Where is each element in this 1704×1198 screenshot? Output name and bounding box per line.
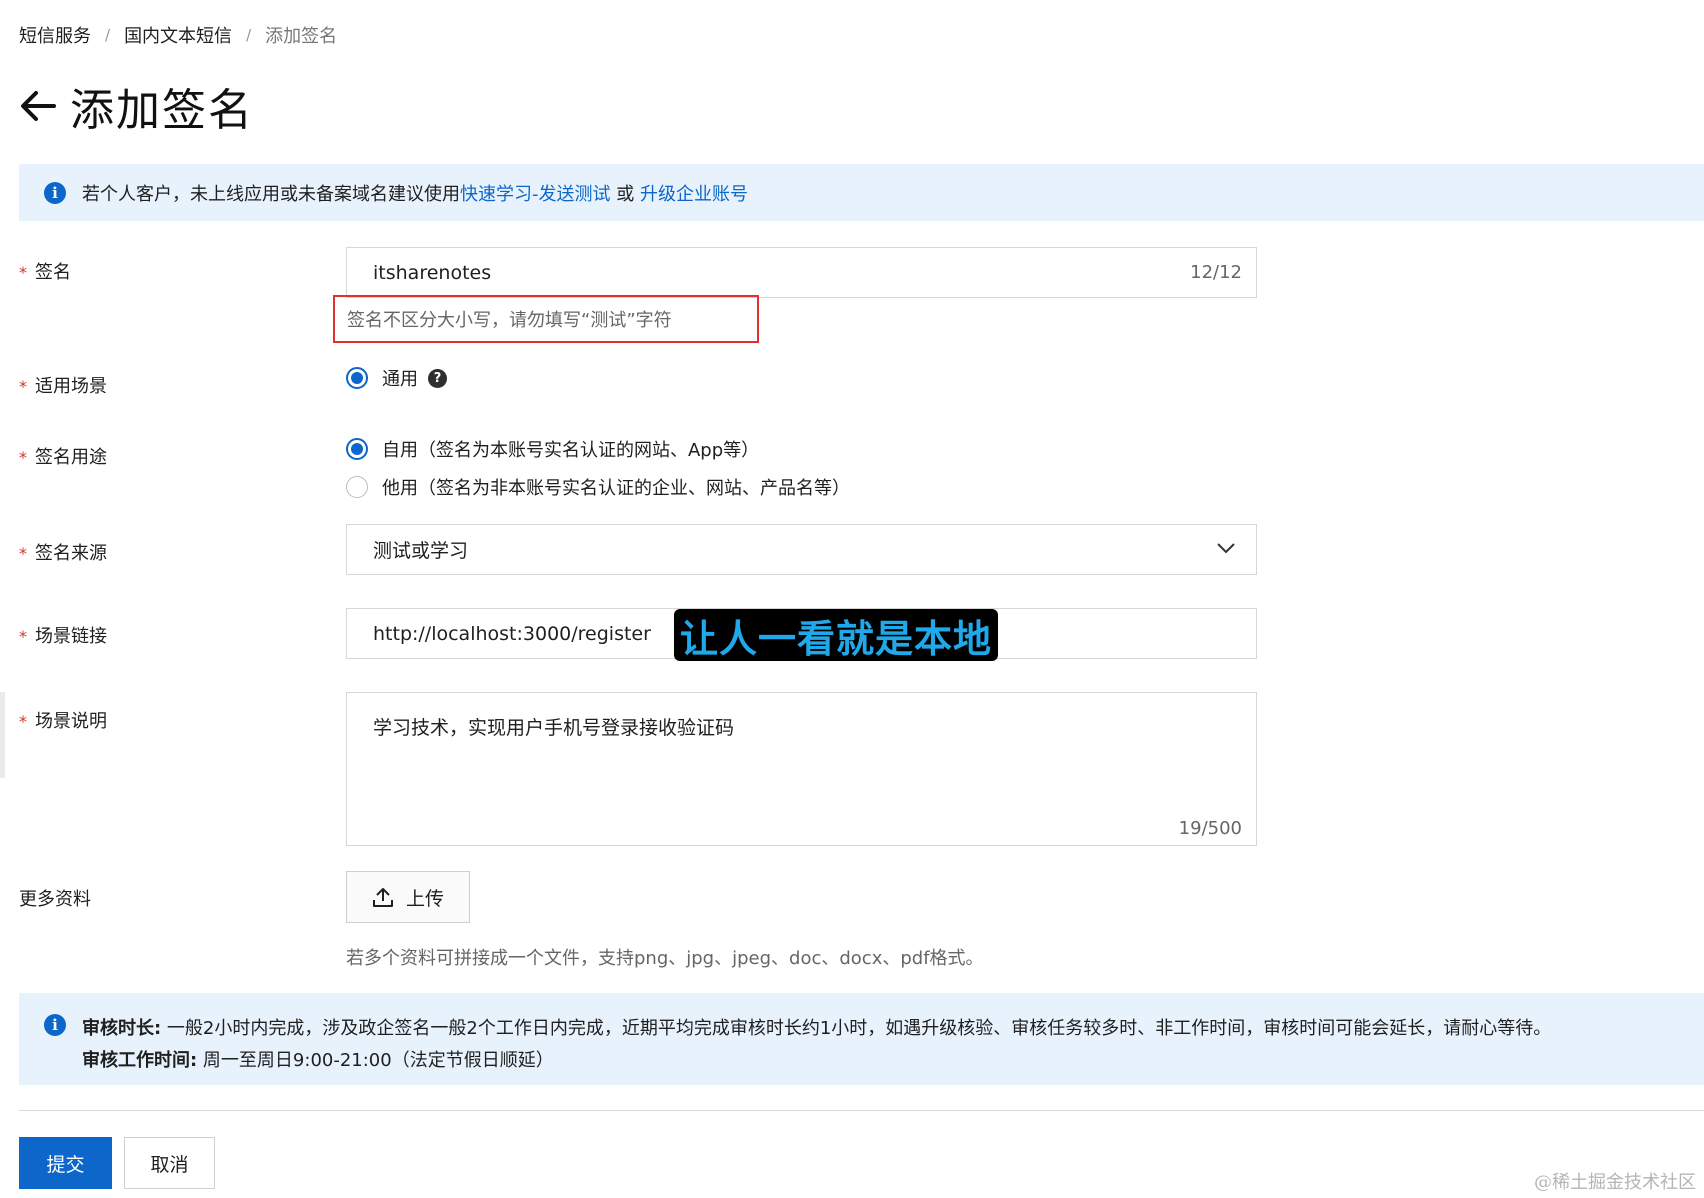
breadcrumb-item-sms-service[interactable]: 短信服务 (19, 22, 91, 48)
page-header: 添加签名 (18, 74, 254, 138)
scene-desc-label: * 场景说明 (19, 711, 107, 732)
signature-label: * 签名 (19, 262, 71, 283)
info-icon: i (44, 181, 66, 204)
breadcrumb: 短信服务 / 国内文本短信 / 添加签名 (19, 22, 337, 48)
annotation-overlay: 让人一看就是本地 (674, 609, 998, 661)
radio-selected[interactable] (346, 367, 368, 389)
review-hours: 审核工作时间: 周一至周日9:00-21:00（法定节假日顺延） (82, 1050, 554, 1071)
upload-hint: 若多个资料可拼接成一个文件，支持png、jpg、jpeg、doc、docx、pd… (346, 948, 984, 969)
upgrade-enterprise-link[interactable]: 升级企业账号 (640, 184, 748, 205)
back-arrow-icon[interactable] (18, 86, 58, 126)
page-title: 添加签名 (70, 85, 254, 136)
info-icon: i (44, 1014, 66, 1036)
submit-button[interactable]: 提交 (19, 1137, 112, 1189)
info-notice-top: i 若个人客户，未上线应用或未备案域名建议使用快速学习-发送测试 或 升级企业账… (19, 164, 1704, 221)
notice-text: 若个人客户，未上线应用或未备案域名建议使用快速学习-发送测试 或 升级企业账号 (82, 183, 748, 205)
more-materials-label: 更多资料 (19, 889, 91, 910)
upload-icon (372, 888, 393, 907)
upload-button[interactable]: 上传 (346, 871, 470, 923)
usage-radio-self[interactable]: 自用（签名为本账号实名认证的网站、App等） (346, 436, 759, 462)
signature-hint: 签名不区分大小写，请勿填写“测试”字符 (333, 295, 759, 343)
review-duration: 审核时长: 一般2小时内完成，涉及政企签名一般2个工作日内完成，近期平均完成审核… (82, 1018, 1552, 1039)
source-label: * 签名来源 (19, 543, 107, 564)
signature-input[interactable]: itsharenotes 12/12 (346, 247, 1257, 298)
signature-value: itsharenotes (373, 261, 492, 284)
scene-label: * 适用场景 (19, 376, 107, 397)
help-icon[interactable]: ? (428, 368, 447, 388)
breadcrumb-separator: / (246, 26, 252, 44)
source-select[interactable]: 测试或学习 (346, 524, 1257, 575)
watermark: @稀土掘金技术社区 (1534, 1172, 1696, 1193)
breadcrumb-current: 添加签名 (265, 26, 338, 47)
scene-desc-textarea[interactable]: 学习技术，实现用户手机号登录接收验证码 19/500 (346, 692, 1257, 846)
signature-counter: 12/12 (1190, 262, 1242, 283)
divider (19, 1110, 1704, 1111)
breadcrumb-separator: / (105, 26, 111, 44)
radio-unselected[interactable] (346, 476, 368, 498)
usage-label: * 签名用途 (19, 447, 107, 468)
chevron-down-icon (1217, 543, 1235, 554)
quick-learn-link[interactable]: 快速学习-发送测试 (460, 184, 611, 205)
cancel-button[interactable]: 取消 (124, 1137, 215, 1189)
edge-marker (0, 692, 5, 778)
scene-desc-counter: 19/500 (1178, 818, 1242, 839)
info-notice-bottom: i 审核时长: 一般2小时内完成，涉及政企签名一般2个工作日内完成，近期平均完成… (19, 993, 1704, 1085)
breadcrumb-item-domestic-sms[interactable]: 国内文本短信 (124, 22, 232, 48)
usage-radio-other[interactable]: 他用（签名为非本账号实名认证的企业、网站、产品名等） (346, 474, 850, 500)
radio-selected[interactable] (346, 438, 368, 460)
scene-link-label: * 场景链接 (19, 626, 107, 647)
scene-radio-general[interactable]: 通用 ? (346, 365, 447, 391)
